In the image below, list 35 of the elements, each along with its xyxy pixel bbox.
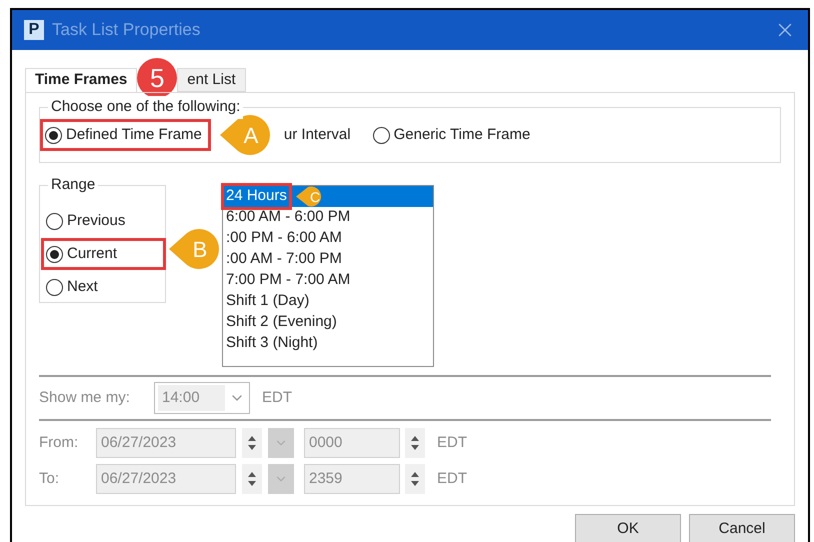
callout-marker: A xyxy=(220,114,270,156)
field-label: Show me my: xyxy=(39,388,131,408)
radio-icon xyxy=(46,278,63,296)
group-legend: Choose one of the following: xyxy=(48,96,244,118)
field-label: From: xyxy=(39,432,80,453)
list-item[interactable]: 24 Hours C xyxy=(223,186,433,207)
list-item[interactable]: Shift 2 (Evening) xyxy=(223,312,433,333)
tab[interactable]: Time Frames xyxy=(25,68,138,92)
radio-option[interactable]: Next xyxy=(42,272,165,302)
radio-icon xyxy=(46,212,63,230)
radio-option[interactable]: Generic Time Frame xyxy=(368,120,538,150)
list-item[interactable]: Shift 1 (Day) xyxy=(223,291,433,312)
window-title: Task List Properties xyxy=(52,19,200,42)
dialog-button[interactable]: Cancel xyxy=(689,514,795,542)
list-item[interactable]: 6:00 AM - 6:00 PM xyxy=(223,207,433,228)
radio-option[interactable]: Defined Time Frame xyxy=(41,120,210,150)
radio-option[interactable]: Previous xyxy=(42,206,165,236)
radio-icon xyxy=(372,126,390,144)
radio-option[interactable]: Current xyxy=(42,239,165,269)
radio-icon xyxy=(45,126,62,144)
radio-option[interactable]: ur Interval xyxy=(280,120,359,150)
list-item[interactable]: :00 AM - 7:00 PM xyxy=(223,249,433,270)
list-item[interactable]: 7:00 PM - 7:00 AM xyxy=(223,270,433,291)
callout-marker: B xyxy=(169,228,219,270)
list-item[interactable]: Shift 3 (Night) xyxy=(223,333,433,354)
app-logo: P xyxy=(24,20,44,40)
time-zone-label: EDT xyxy=(437,468,467,489)
time-zone-label: EDT xyxy=(262,388,292,408)
step-number-badge: 5 xyxy=(137,58,178,98)
dialog-button[interactable]: OK xyxy=(575,514,681,542)
time-zone-label: EDT xyxy=(437,432,467,453)
radio-icon xyxy=(46,246,63,262)
list-item[interactable]: :00 PM - 6:00 AM xyxy=(223,228,433,249)
field-label: To: xyxy=(39,468,60,489)
tab[interactable]: ent List xyxy=(177,68,246,92)
